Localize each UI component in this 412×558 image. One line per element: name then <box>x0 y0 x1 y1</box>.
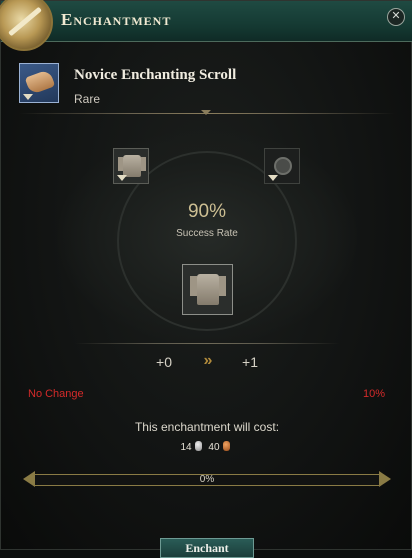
failure-chance: 10% <box>362 388 385 400</box>
copper-coin-icon <box>222 441 230 451</box>
copper-amount: 40 <box>208 442 220 453</box>
chevron-down-icon <box>268 175 278 181</box>
window-header: Enchantment ✕ <box>0 0 412 51</box>
close-button[interactable]: ✕ <box>387 8 405 26</box>
progress-track: 0% <box>35 474 379 486</box>
enchant-button[interactable]: Enchant <box>160 538 254 558</box>
progress-cap-right <box>379 471 391 487</box>
window-title: Enchantment <box>61 10 172 29</box>
success-rate-value: 90% <box>187 201 227 222</box>
chevron-down-icon <box>117 175 127 181</box>
scroll-name: Novice Enchanting Scroll <box>74 67 237 83</box>
armor-icon <box>118 155 146 177</box>
silver-amount: 14 <box>180 442 192 453</box>
level-to: +1 <box>242 354 258 370</box>
silver-coin-icon <box>194 441 202 451</box>
progress-cap-left <box>23 471 35 487</box>
cost-label: This enchantment will cost: <box>134 420 280 434</box>
scroll-icon <box>24 69 56 95</box>
item-slot-small[interactable] <box>113 148 149 184</box>
catalyst-icon <box>274 157 292 175</box>
progress-text: 0% <box>199 474 215 485</box>
enchantment-window: Enchantment ✕ Novice Enchanting Scroll R… <box>0 0 412 558</box>
double-chevron-right-icon: » <box>203 352 213 369</box>
success-rate-label: Success Rate <box>176 228 238 239</box>
level-from: +0 <box>156 354 172 370</box>
failure-result-label: No Change <box>28 388 84 400</box>
armor-icon <box>190 274 226 305</box>
enchant-progress-bar: 0% <box>23 471 391 487</box>
divider <box>75 343 339 344</box>
chevron-down-icon <box>23 94 33 100</box>
divider <box>19 110 395 115</box>
enchant-item-slot[interactable] <box>182 264 233 315</box>
cost-amount: 14 40 <box>1 441 412 453</box>
scroll-slot[interactable] <box>19 63 59 103</box>
enchant-emblem-icon <box>0 0 53 51</box>
close-icon: ✕ <box>391 10 401 22</box>
scroll-rarity: Rare <box>74 92 101 106</box>
catalyst-slot[interactable] <box>264 148 300 184</box>
